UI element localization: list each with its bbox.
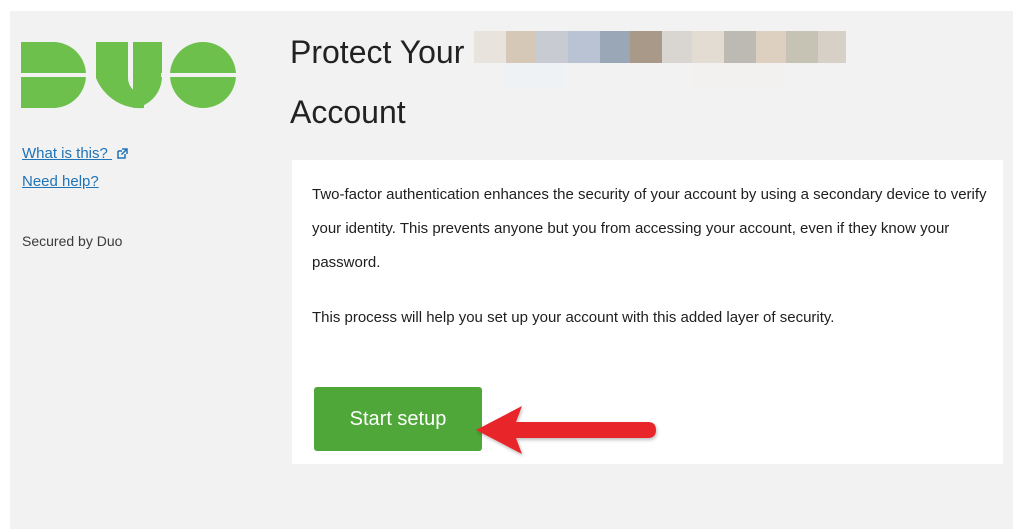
intro-paragraph: Two-factor authentication enhances the s… <box>312 186 987 271</box>
arrow-left-icon <box>476 406 656 454</box>
secured-by-label: Secured by Duo <box>22 233 123 249</box>
what-is-this-link[interactable]: What is this? <box>22 140 128 168</box>
sidebar-links: What is this? Need help? <box>22 140 128 196</box>
duo-logo <box>21 42 236 109</box>
need-help-link[interactable]: Need help? <box>22 168 99 196</box>
external-link-icon <box>117 148 128 159</box>
process-paragraph: This process will help you set up your a… <box>312 309 835 326</box>
title-line-1: Protect Your <box>290 34 465 70</box>
redacted-name-block <box>474 31 884 91</box>
what-is-this-label: What is this? <box>22 145 108 162</box>
page-title: Protect Your Account <box>290 31 884 133</box>
title-line-2: Account <box>290 94 406 130</box>
start-setup-button[interactable]: Start setup <box>314 387 482 451</box>
